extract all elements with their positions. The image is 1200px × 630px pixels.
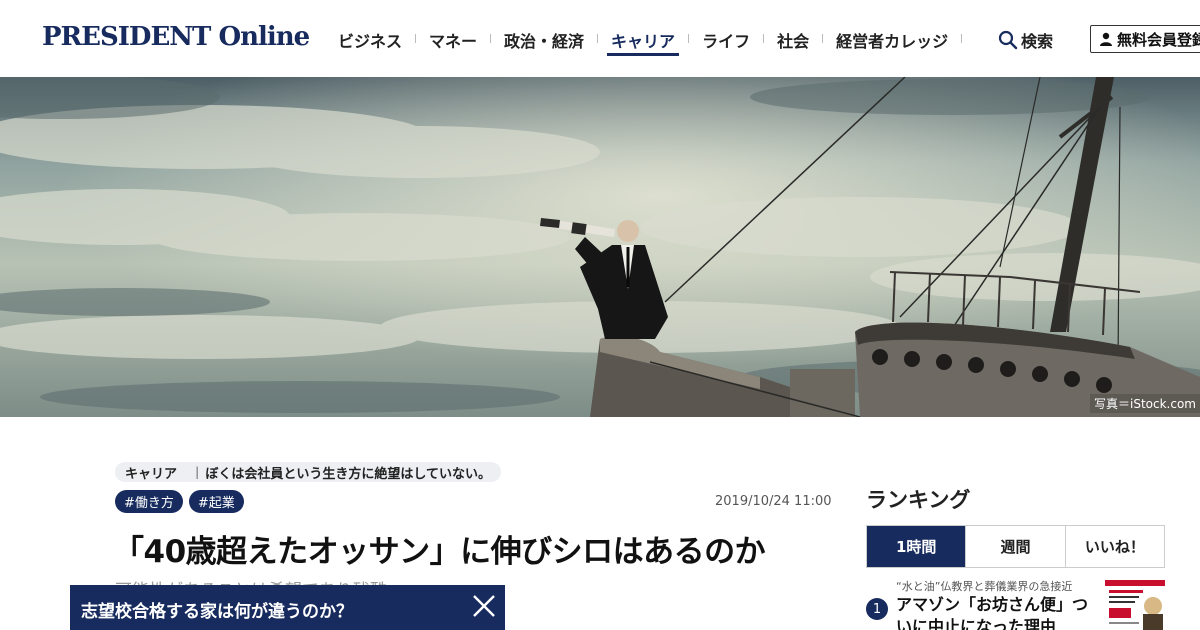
promo-banner-text[interactable]: 志望校合格する家は何が違うのか？ [81,597,353,622]
main-nav: ビジネス マネー 政治・経済 キャリア ライフ 社会 経営者カレッジ [334,24,971,58]
ranking-item-thumbnail[interactable] [1105,580,1165,630]
nav-divider [688,34,690,43]
hero-image: 写真＝iStock.com [0,77,1200,417]
nav-item-politics-economy[interactable]: 政治・経済 [500,24,588,56]
hashtag-startup[interactable]: #起業 [188,490,244,513]
nav-item-career[interactable]: キャリア [607,24,680,56]
series-label: ぼくは会社員という生き方に絶望はしていない。 [205,466,492,482]
register-label: 無料会員登録 [1117,30,1200,49]
search-button[interactable]: 検索 [998,28,1053,52]
photo-credit: 写真＝iStock.com [1090,394,1200,413]
ranking-item-headline[interactable]: アマゾン「お坊さん便」ついに中止になった理由 [896,594,1096,630]
ranking-item[interactable]: 1 “水と油”仏教界と葬儀業界の急接近 アマゾン「お坊さん便」ついに中止になった… [866,578,1166,630]
nav-divider [415,34,417,43]
breadcrumb: キャリア | ぼくは会社員という生き方に絶望はしていない。 [115,462,502,482]
breadcrumb-divider: | [195,465,200,479]
register-button[interactable]: 無料会員登録 [1090,25,1200,53]
nav-item-business[interactable]: ビジネス [334,24,406,56]
article-title: 「40歳超えたオッサン」に伸びシロはあるのか [113,534,766,570]
category-link[interactable]: キャリア [115,462,184,482]
site-header: PRESIDENT Online ビジネス マネー 政治・経済 キャリア ライフ… [0,0,1200,77]
person-icon [1100,32,1112,46]
nav-item-society[interactable]: 社会 [773,24,813,56]
tab-weekly[interactable]: 週間 [965,526,1064,567]
hashtag-working-style[interactable]: #働き方 [115,490,183,513]
ranking-tabs: 1時間 週間 いいね！ [866,525,1165,568]
nav-divider [822,34,824,43]
tab-likes[interactable]: いいね！ [1064,526,1164,567]
hashtag-list: #働き方 #起業 [115,490,250,513]
nav-divider [763,34,765,43]
site-logo[interactable]: PRESIDENT Online [42,22,310,52]
search-label: 検索 [1021,32,1054,51]
ranking-heading: ランキング [866,488,971,512]
tab-hourly[interactable]: 1時間 [867,526,966,567]
nav-divider [597,34,599,43]
nav-divider [490,34,492,43]
nav-divider [961,34,963,43]
series-link[interactable]: | ぼくは会社員という生き方に絶望はしていない。 [183,462,502,482]
nav-item-money[interactable]: マネー [425,24,481,56]
nav-item-executive-college[interactable]: 経営者カレッジ [832,24,952,56]
nav-item-life[interactable]: ライフ [698,24,754,56]
ranking-item-kicker: “水と油”仏教界と葬儀業界の急接近 [896,580,1073,593]
promo-banner[interactable]: 志望校合格する家は何が違うのか？ [70,585,505,630]
hero-photo [0,77,1200,417]
search-icon [998,30,1018,50]
rank-number: 1 [866,598,888,620]
close-icon[interactable] [471,593,497,619]
publish-date: 2019/10/24 11:00 [715,494,832,509]
